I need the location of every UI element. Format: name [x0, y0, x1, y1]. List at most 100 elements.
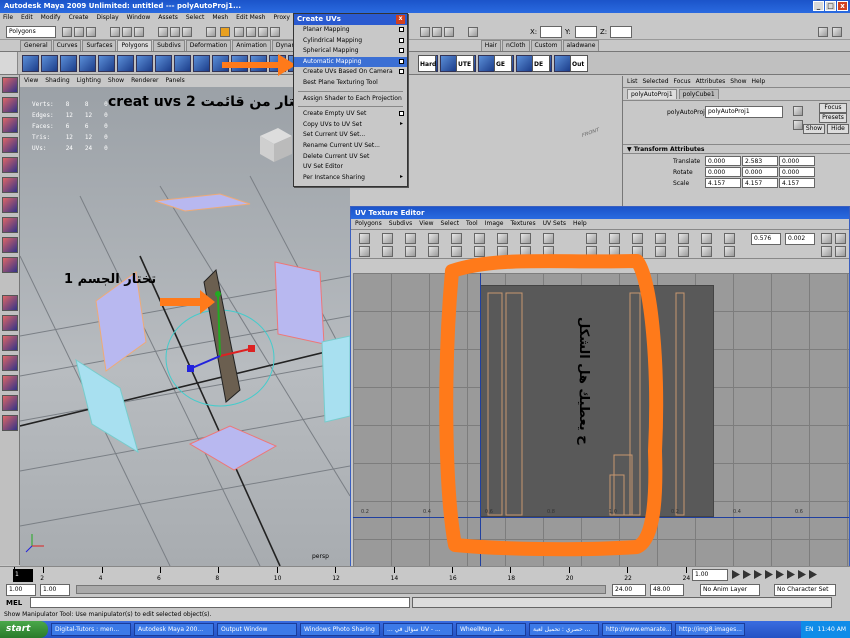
- manipulator-z-axis[interactable]: [191, 355, 221, 369]
- tool-icon[interactable]: [2, 375, 18, 391]
- shelf-tool-icon[interactable]: [478, 55, 495, 72]
- uv-tool-icon[interactable]: [701, 233, 712, 244]
- shelf-tool-icon[interactable]: [174, 55, 191, 72]
- taskbar-task[interactable]: Digital-Tutors : men...: [51, 623, 131, 636]
- taskbar-task[interactable]: WheelMan تعلم ...: [456, 623, 526, 636]
- y-field[interactable]: [575, 26, 597, 38]
- shelf-tool-icon[interactable]: [60, 55, 77, 72]
- menu-window[interactable]: Window: [127, 14, 151, 23]
- shelf-tab-general[interactable]: General: [20, 40, 52, 51]
- menu-item-uv-set-editor[interactable]: UV Set Editor: [294, 162, 407, 173]
- taskbar-task[interactable]: Autodesk Maya 200...: [134, 623, 214, 636]
- shelf-tool-icon[interactable]: [440, 55, 457, 72]
- shelf-tool-icon[interactable]: [516, 55, 533, 72]
- to-end-icon[interactable]: [809, 570, 817, 579]
- uv-tool-icon[interactable]: [678, 233, 689, 244]
- selected-cube-mesh[interactable]: [203, 268, 241, 403]
- view-cube[interactable]: [260, 128, 292, 162]
- menu-file[interactable]: File: [3, 14, 13, 23]
- shelf-tool-icon[interactable]: [155, 55, 172, 72]
- menu-item-spherical-mapping[interactable]: Spherical Mapping: [294, 46, 407, 57]
- uv-tool-icon[interactable]: [821, 246, 832, 257]
- create-uvs-menu-title[interactable]: Create UVs x: [294, 14, 407, 25]
- uv-u-field[interactable]: 0.576: [751, 233, 781, 245]
- attr-menu-attributes[interactable]: Attributes: [696, 78, 726, 85]
- attr-menu-list[interactable]: List: [627, 78, 638, 85]
- taskbar-task[interactable]: Output Window: [217, 623, 297, 636]
- manipulator-y-handle[interactable]: [215, 291, 221, 297]
- menu-item-automatic-mapping[interactable]: Automatic Mapping: [294, 56, 407, 68]
- shelf-tool-icon[interactable]: [193, 55, 210, 72]
- uv-menu-uv-sets[interactable]: UV Sets: [543, 220, 566, 228]
- to-start-icon[interactable]: [732, 570, 740, 579]
- menu-item-copy-uvs-to-uv-set[interactable]: Copy UVs to UV Set ▸: [294, 120, 407, 131]
- start-button[interactable]: start: [0, 621, 48, 638]
- uv-tool-icon[interactable]: [835, 233, 846, 244]
- uv-menu-tool[interactable]: Tool: [466, 220, 478, 228]
- taskbar-task[interactable]: http://www.emarate...: [602, 623, 672, 636]
- copy-tab-icon[interactable]: [793, 120, 803, 130]
- shelf-ute-button[interactable]: UTE: [456, 55, 474, 72]
- attr-value-field[interactable]: 4.157: [779, 178, 815, 188]
- taskbar-task[interactable]: ... سؤال في UV - ...: [383, 623, 453, 636]
- menu-item-set-current-uv-set[interactable]: Set Current UV Set...: [294, 130, 407, 141]
- hide-button[interactable]: Hide: [827, 124, 849, 134]
- mask-icon[interactable]: [158, 27, 168, 37]
- x-field[interactable]: [540, 26, 562, 38]
- uv-tool-icon[interactable]: [428, 233, 439, 244]
- step-forward-key-icon[interactable]: [787, 570, 795, 579]
- save-scene-icon[interactable]: [86, 27, 96, 37]
- viewport-menu-renderer[interactable]: Renderer: [131, 77, 158, 86]
- viewport-menu-shading[interactable]: Shading: [45, 77, 69, 86]
- uv-tool-icon[interactable]: [382, 246, 393, 257]
- menu-proxy[interactable]: Proxy: [273, 14, 289, 23]
- shelf-tab-curves[interactable]: Curves: [52, 40, 82, 51]
- uv-tool-icon[interactable]: [474, 233, 485, 244]
- attr-value-field[interactable]: 4.157: [742, 178, 778, 188]
- shelf-tab-polygons[interactable]: Polygons: [117, 40, 153, 51]
- current-frame-marker[interactable]: 1: [13, 569, 33, 582]
- select-component-icon[interactable]: [134, 27, 144, 37]
- menu-create[interactable]: Create: [69, 14, 89, 23]
- attr-value-field[interactable]: 4.157: [705, 178, 741, 188]
- shelf-tool-icon[interactable]: [117, 55, 134, 72]
- play-forward-icon[interactable]: [776, 570, 784, 579]
- attr-value-field[interactable]: 0.000: [742, 167, 778, 177]
- menu-item-delete-current-uv-set[interactable]: Delete Current UV Set: [294, 152, 407, 163]
- attr-tab-polyautoproj1[interactable]: polyAutoProj1: [627, 89, 677, 99]
- shelf-tool-icon[interactable]: [98, 55, 115, 72]
- viewport-menu-panels[interactable]: Panels: [165, 77, 184, 86]
- presets-button[interactable]: Presets: [819, 113, 847, 123]
- menu-modify[interactable]: Modify: [41, 14, 61, 23]
- tool-icon[interactable]: [2, 177, 18, 193]
- uv-tool-icon[interactable]: [724, 233, 735, 244]
- uv-menu-view[interactable]: View: [419, 220, 433, 228]
- taskbar-task[interactable]: حصري : تحميل لعبة ...: [529, 623, 599, 636]
- uv-tool-icon[interactable]: [821, 233, 832, 244]
- menu-item-cylindrical-mapping[interactable]: Cylindrical Mapping: [294, 36, 407, 47]
- shelf-tab-custom[interactable]: Custom: [530, 40, 562, 51]
- shelf-tab-aladwane[interactable]: aladwane: [562, 40, 600, 51]
- attr-value-field[interactable]: 0.000: [779, 156, 815, 166]
- uv-tool-icon[interactable]: [543, 233, 554, 244]
- menu-select[interactable]: Select: [186, 14, 205, 23]
- tool-icon[interactable]: [2, 415, 18, 431]
- viewport-menu-view[interactable]: View: [24, 77, 38, 86]
- option-box-icon[interactable]: [399, 27, 404, 32]
- tool-icon[interactable]: [2, 77, 18, 93]
- attr-menu-selected[interactable]: Selected: [643, 78, 669, 85]
- time-slider[interactable]: 1 2 4 6 8 10 12 14 16 18 20 22 24 1.00: [0, 566, 850, 583]
- close-button[interactable]: x: [837, 1, 848, 11]
- focus-button[interactable]: Focus: [819, 103, 847, 113]
- tool-icon[interactable]: [2, 315, 18, 331]
- render-icon[interactable]: [420, 27, 430, 37]
- playback-end-field[interactable]: 24.00: [612, 584, 646, 596]
- uv-menu-textures[interactable]: Textures: [511, 220, 536, 228]
- language-indicator[interactable]: EN: [805, 626, 813, 633]
- attr-value-field[interactable]: 0.000: [705, 167, 741, 177]
- ipr-render-icon[interactable]: [432, 27, 442, 37]
- menu-item-per-instance-sharing[interactable]: Per Instance Sharing ▸: [294, 173, 407, 184]
- range-bar[interactable]: [76, 585, 606, 594]
- menu-edit-mesh[interactable]: Edit Mesh: [236, 14, 265, 23]
- uv-tool-icon[interactable]: [405, 233, 416, 244]
